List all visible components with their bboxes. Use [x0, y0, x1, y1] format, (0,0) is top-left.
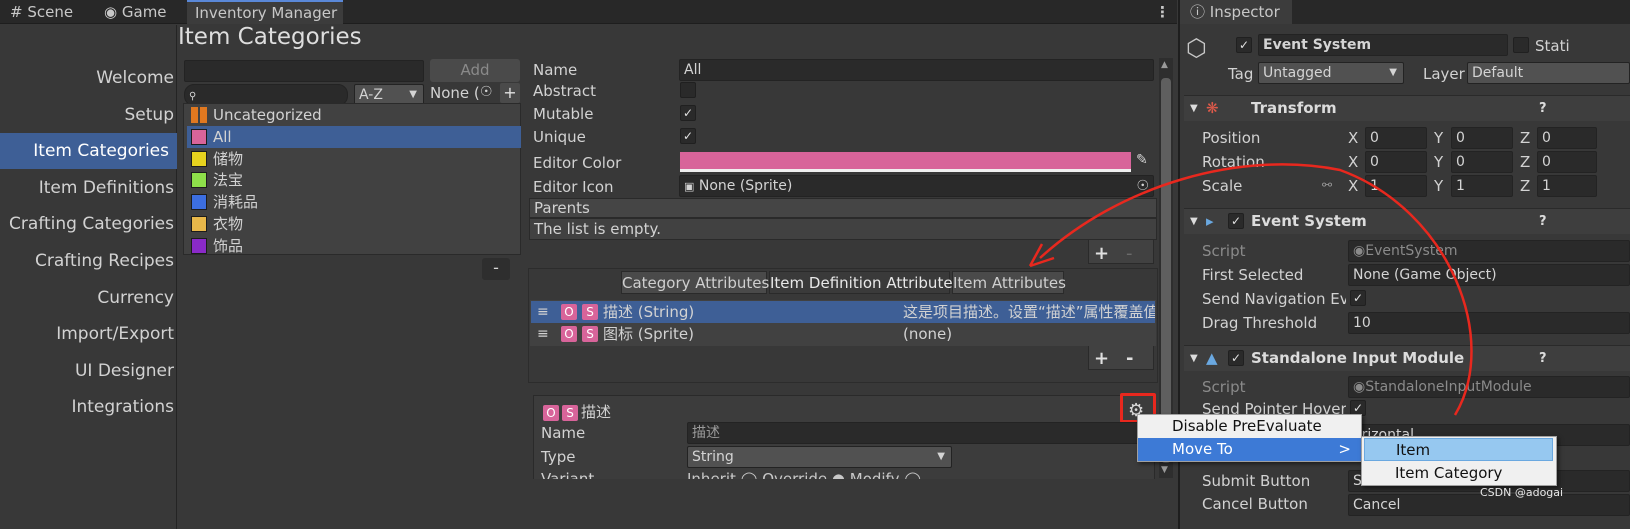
annotation-curve [1039, 163, 1473, 416]
annotation-arrow [1028, 163, 1473, 416]
watermark: CSDN @adogai [1480, 486, 1564, 499]
